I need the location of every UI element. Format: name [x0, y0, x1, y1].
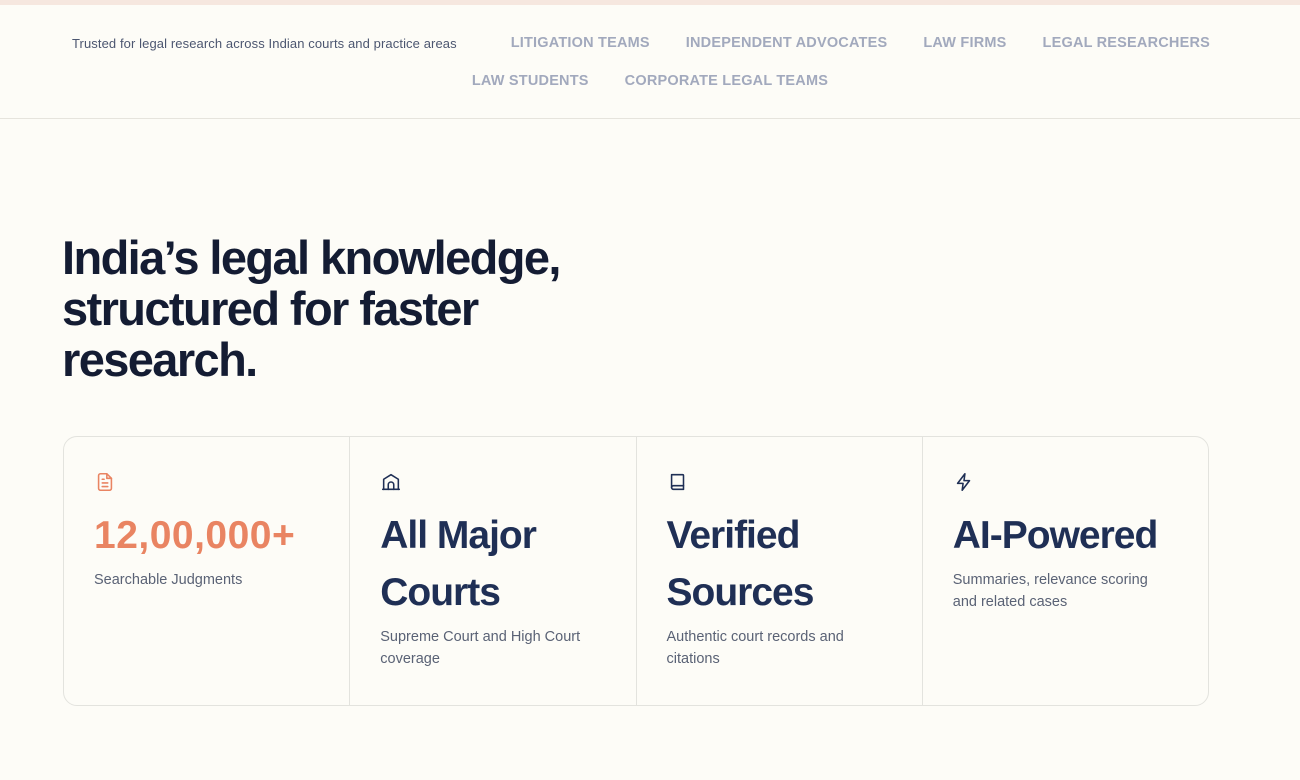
stat-description: Authentic court records and citations — [666, 629, 844, 667]
audience-row-1: Trusted for legal research across Indian… — [0, 35, 1300, 51]
audience-tag-independent-advocates: INDEPENDENT ADVOCATES — [685, 35, 888, 51]
audience-tag-law-students: LAW STUDENTS — [471, 73, 589, 89]
audience-tag-corporate-legal-teams: CORPORATE LEGAL TEAMS — [624, 73, 829, 89]
stat-value: All Major Courts — [380, 507, 605, 621]
hero-title-line-3: research. — [62, 333, 258, 386]
audience-tag-law-firms: LAW FIRMS — [923, 35, 1007, 51]
stat-description: Searchable Judgments — [94, 572, 243, 588]
hero-title-line-2: structured for faster — [62, 282, 479, 335]
audience-tag-litigation-teams: LITIGATION TEAMS — [510, 35, 650, 51]
stat-value-line-1: Verified — [666, 514, 801, 557]
stat-value: AI-Powered — [952, 514, 1159, 557]
courthouse-icon — [382, 473, 401, 491]
stats-card: 12,00,000+ Searchable Judgments All Majo… — [63, 436, 1209, 706]
hero-title: India’s legal knowledge, structured for … — [62, 232, 682, 385]
stat-value: 12,00,000+ — [94, 514, 296, 557]
audience-tag-legal-researchers: LEGAL RESEARCHERS — [1042, 35, 1211, 51]
audience-row-2: LAW STUDENTS CORPORATE LEGAL TEAMS — [0, 73, 1300, 89]
stat-description: Supreme Court and High Court coverage — [380, 629, 581, 667]
stat-description: Summaries, relevance scoring and related… — [952, 572, 1148, 610]
stat-value-line-2: Sources — [666, 571, 815, 614]
document-icon — [97, 472, 113, 492]
stat-value-line-2: Courts — [380, 571, 501, 614]
stat-sources: Verified Sources Authentic court records… — [637, 437, 923, 705]
stat-courts: All Major Courts Supreme Court and High … — [350, 437, 637, 705]
stat-judgments: 12,00,000+ Searchable Judgments — [64, 437, 351, 705]
lightning-icon — [956, 472, 971, 492]
stat-value-line-1: All Major — [380, 514, 537, 557]
stat-value: Verified Sources — [667, 507, 892, 621]
book-icon — [670, 473, 684, 491]
stat-ai: AI-Powered Summaries, relevance scoring … — [923, 437, 1208, 705]
audience-bar: Trusted for legal research across Indian… — [0, 5, 1300, 119]
hero-title-line-1: India’s legal knowledge, — [62, 231, 561, 284]
trusted-text: Trusted for legal research across Indian… — [71, 35, 457, 51]
